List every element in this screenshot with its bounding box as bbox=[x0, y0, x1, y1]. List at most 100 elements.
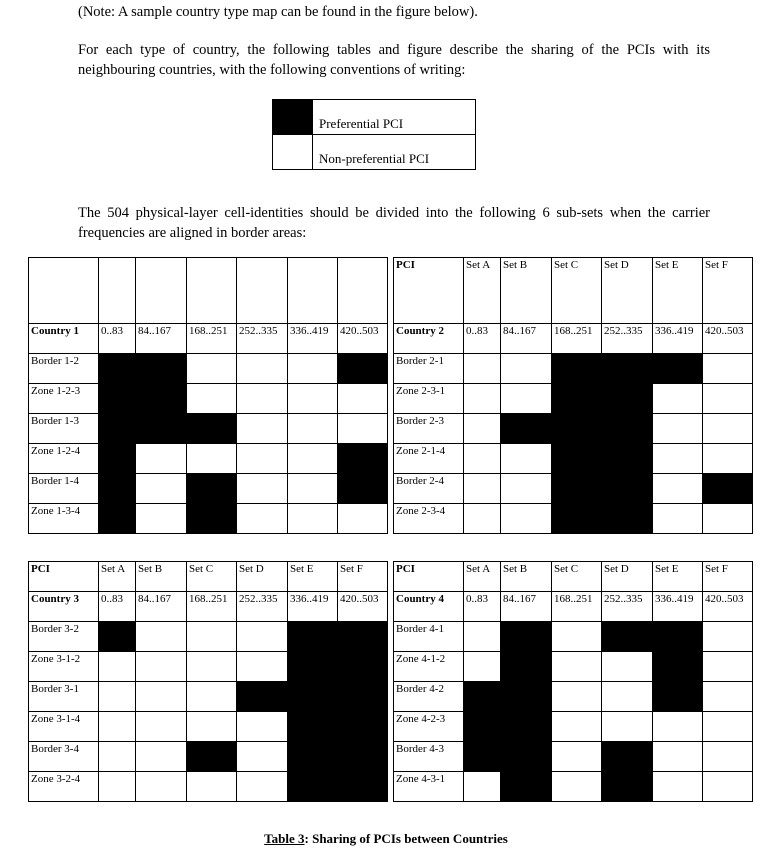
range-cell: 420..503 bbox=[337, 591, 388, 622]
row-label-cell: Border 2-1 bbox=[393, 353, 464, 384]
non-preferential-cell bbox=[463, 353, 501, 384]
row-label-cell: Border 2-4 bbox=[393, 473, 464, 504]
row-label-cell: Zone 3-1-4 bbox=[28, 711, 99, 742]
range-cell: 84..167 bbox=[500, 591, 552, 622]
preferential-cell bbox=[500, 681, 552, 712]
set-header-cell bbox=[98, 257, 136, 324]
non-preferential-cell bbox=[652, 443, 703, 474]
preferential-cell bbox=[98, 473, 136, 504]
row-label-cell: Zone 3-1-2 bbox=[28, 651, 99, 682]
non-preferential-cell bbox=[463, 621, 501, 652]
non-preferential-cell bbox=[702, 711, 753, 742]
non-preferential-cell bbox=[702, 771, 753, 802]
set-header-cell: Set C bbox=[186, 561, 237, 592]
preferential-cell bbox=[287, 651, 338, 682]
preferential-cell bbox=[236, 681, 288, 712]
set-header-cell: Set F bbox=[702, 561, 753, 592]
table-row: Zone 4-3-1 bbox=[393, 771, 753, 802]
table-caption: Table 3: Sharing of PCIs between Countri… bbox=[0, 831, 772, 847]
pci-header-cell: PCI bbox=[393, 561, 464, 592]
row-label-cell: Border 1-2 bbox=[28, 353, 99, 384]
non-preferential-cell bbox=[186, 353, 237, 384]
non-preferential-cell bbox=[337, 413, 388, 444]
non-preferential-cell bbox=[652, 473, 703, 504]
non-preferential-cell bbox=[236, 651, 288, 682]
table-row: Border 2-1 bbox=[393, 353, 753, 384]
row-label-cell: Border 1-3 bbox=[28, 413, 99, 444]
non-preferential-cell bbox=[702, 383, 753, 414]
preferential-cell bbox=[601, 353, 653, 384]
preferential-cell bbox=[98, 503, 136, 534]
table-row: Zone 1-2-3 bbox=[28, 383, 388, 414]
preferential-cell bbox=[551, 383, 602, 414]
table-row: Border 4-3 bbox=[393, 741, 753, 772]
range-cell: 84..167 bbox=[500, 323, 552, 354]
non-preferential-cell bbox=[186, 651, 237, 682]
set-header-cell: Set D bbox=[601, 561, 653, 592]
non-preferential-cell bbox=[98, 711, 136, 742]
non-preferential-cell bbox=[98, 741, 136, 772]
non-preferential-cell bbox=[463, 771, 501, 802]
table-row: Zone 3-1-4 bbox=[28, 711, 388, 742]
non-preferential-cell bbox=[702, 503, 753, 534]
non-preferential-cell bbox=[601, 711, 653, 742]
set-header-row: PCI Set A Set B Set C Set D Set E Set F bbox=[393, 561, 753, 592]
non-preferential-cell bbox=[236, 443, 288, 474]
set-header-cell: Set D bbox=[601, 257, 653, 324]
set-header-cell: Set D bbox=[236, 561, 288, 592]
non-preferential-cell bbox=[186, 443, 237, 474]
range-cell: 84..167 bbox=[135, 591, 187, 622]
non-preferential-cell bbox=[463, 651, 501, 682]
preferential-cell bbox=[98, 621, 136, 652]
non-preferential-cell bbox=[551, 651, 602, 682]
non-preferential-cell bbox=[652, 711, 703, 742]
non-preferential-cell bbox=[702, 413, 753, 444]
set-header-cell: Set C bbox=[551, 257, 602, 324]
non-preferential-cell bbox=[551, 621, 602, 652]
non-preferential-cell bbox=[702, 681, 753, 712]
country-header-cell: Country 3 bbox=[28, 591, 99, 622]
non-preferential-cell bbox=[463, 383, 501, 414]
preferential-cell bbox=[98, 413, 136, 444]
preferential-cell bbox=[337, 473, 388, 504]
preferential-cell bbox=[500, 413, 552, 444]
preferential-cell bbox=[135, 383, 187, 414]
non-preferential-cell bbox=[702, 621, 753, 652]
range-cell: 168..251 bbox=[186, 591, 237, 622]
preferential-cell bbox=[186, 503, 237, 534]
non-preferential-cell bbox=[500, 383, 552, 414]
preferential-cell bbox=[287, 741, 338, 772]
non-preferential-cell bbox=[135, 651, 187, 682]
table-row: Zone 3-1-2 bbox=[28, 651, 388, 682]
non-preferential-cell bbox=[287, 503, 338, 534]
range-cell: 0..83 bbox=[98, 323, 136, 354]
row-label-cell: Zone 4-1-2 bbox=[393, 651, 464, 682]
set-header-cell bbox=[135, 257, 187, 324]
non-preferential-cell bbox=[236, 771, 288, 802]
non-preferential-cell bbox=[236, 503, 288, 534]
table-row: Zone 4-1-2 bbox=[393, 651, 753, 682]
preferential-cell bbox=[337, 443, 388, 474]
preferential-cell bbox=[135, 413, 187, 444]
row-label-cell: Zone 1-2-3 bbox=[28, 383, 99, 414]
set-header-cell bbox=[287, 257, 338, 324]
non-preferential-cell bbox=[337, 503, 388, 534]
non-preferential-cell bbox=[500, 503, 552, 534]
range-cell: 0..83 bbox=[463, 591, 501, 622]
preferential-cell bbox=[500, 651, 552, 682]
set-header-cell: Set B bbox=[135, 561, 187, 592]
table-row: Border 3-4 bbox=[28, 741, 388, 772]
preferential-cell bbox=[186, 413, 237, 444]
preferential-cell bbox=[652, 651, 703, 682]
preferential-cell bbox=[601, 621, 653, 652]
preferential-cell bbox=[337, 681, 388, 712]
preferential-cell bbox=[601, 443, 653, 474]
non-preferential-cell bbox=[601, 651, 653, 682]
range-cell: 336..419 bbox=[652, 591, 703, 622]
note-paragraph: (Note: A sample country type map can be … bbox=[78, 4, 478, 20]
preferential-cell bbox=[652, 621, 703, 652]
preferential-cell bbox=[601, 503, 653, 534]
row-label-cell: Border 3-1 bbox=[28, 681, 99, 712]
pci-table-country-3: PCI Set A Set B Set C Set D Set E Set F Country… bbox=[28, 561, 388, 802]
set-header-cell: Set A bbox=[463, 257, 501, 324]
